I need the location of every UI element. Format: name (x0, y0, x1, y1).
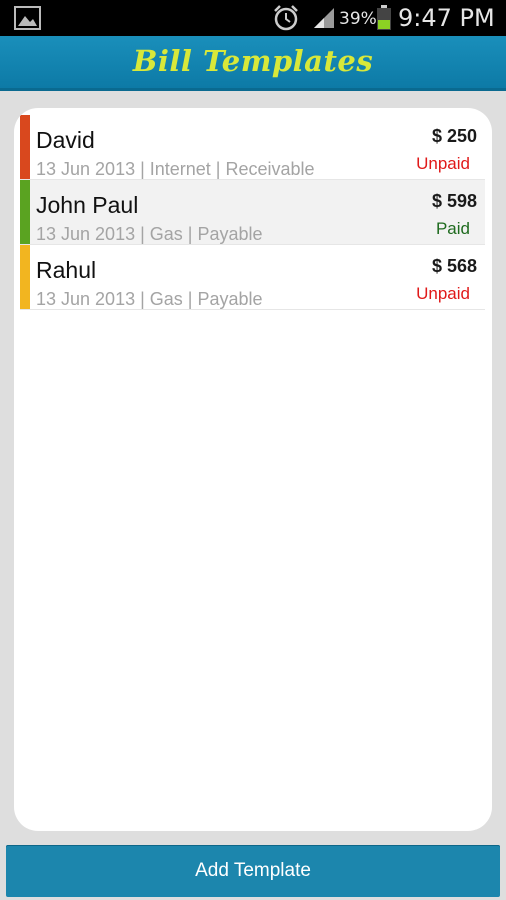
bill-meta: 13 Jun 2013 | Internet | Receivable (36, 159, 315, 179)
bill-status: Unpaid (416, 154, 470, 173)
bill-meta: 13 Jun 2013 | Gas | Payable (36, 289, 263, 309)
bill-status: Paid (435, 219, 470, 238)
bill-list: David 13 Jun 2013 | Internet | Receivable… (20, 115, 485, 310)
bill-amount: $ 250 (431, 126, 477, 146)
bill-row[interactable]: John Paul 13 Jun 2013 | Gas | Payable $ 59… (20, 180, 485, 245)
bill-name: Rahul (36, 257, 97, 283)
battery-icon (377, 5, 391, 30)
signal-icon (314, 8, 334, 28)
bill-row[interactable]: David 13 Jun 2013 | Internet | Receivable… (20, 115, 485, 180)
bill-meta: 13 Jun 2013 | Gas | Payable (36, 224, 263, 244)
status-color-bar (20, 115, 30, 179)
alarm-icon (274, 5, 298, 31)
status-color-bar (20, 245, 30, 309)
bill-list-card: David 13 Jun 2013 | Internet | Receivable… (14, 108, 492, 831)
image-icon (14, 6, 41, 30)
bill-amount: $ 598 (431, 191, 477, 211)
bill-name: John Paul (36, 192, 139, 218)
status-color-bar (20, 180, 30, 244)
status-bar: 39% 9:47 PM (0, 0, 506, 36)
app-header: Bill Templates (0, 36, 506, 91)
bill-status: Unpaid (416, 284, 470, 303)
bill-name: David (36, 127, 95, 153)
battery-percent: 39% (339, 9, 377, 29)
status-time: 9:47 PM (398, 4, 495, 32)
bill-amount: $ 568 (431, 256, 477, 276)
page-title: Bill Templates (132, 44, 374, 78)
bill-row[interactable]: Rahul 13 Jun 2013 | Gas | Payable $ 568 Unp… (20, 245, 485, 310)
add-template-button[interactable]: Add Template (6, 845, 500, 897)
